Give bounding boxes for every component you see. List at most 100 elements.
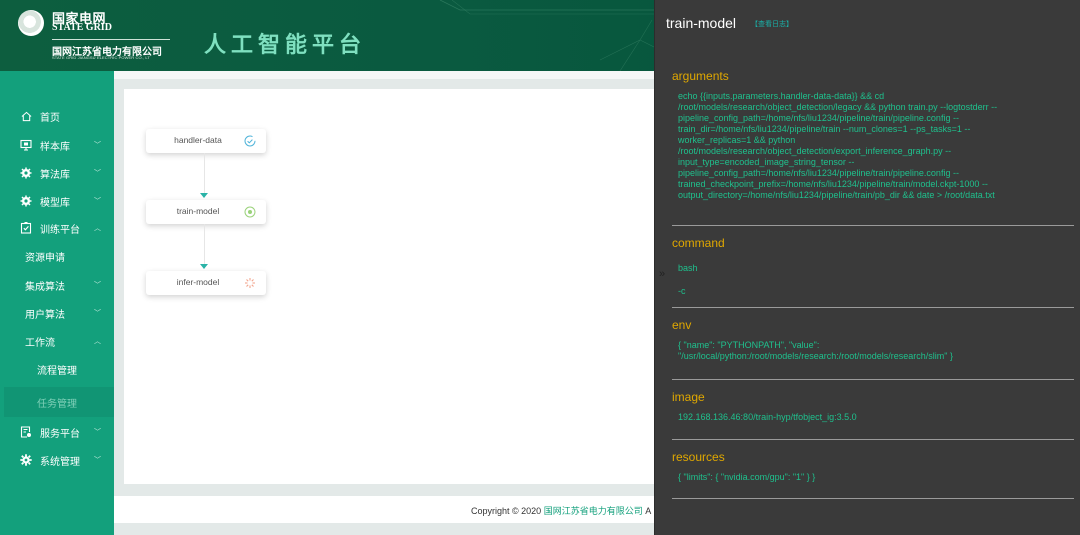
arrow-down-icon	[200, 264, 208, 269]
arguments-line: /root/models/research/object_detection/l…	[678, 102, 998, 112]
section-resources: resources { "limits": { "nvidia.com/gpu"…	[672, 450, 1074, 483]
arguments-line: output_directory=/home/nfs/liu1234/pipel…	[678, 190, 995, 200]
section-divider	[672, 379, 1074, 380]
sidebar-item-training-platform[interactable]: 训练平台 ︿	[0, 213, 114, 243]
sidebar-item-task-management[interactable]: 任务管理	[4, 387, 114, 417]
state-grid-logo-icon	[18, 10, 44, 36]
collapse-panel-icon[interactable]: »	[659, 268, 665, 280]
logo-en-text: STATE GRID	[52, 22, 112, 33]
sidebar-item-label: 流程管理	[37, 365, 77, 377]
workflow-node-handler-data[interactable]: handler-data	[146, 129, 266, 153]
workflow-canvas: handler-data train-model infer-model	[124, 89, 664, 484]
sidebar-item-algorithms[interactable]: 算法库 ﹀	[0, 158, 114, 188]
section-title: image	[672, 390, 705, 404]
sidebar-item-label: 任务管理	[37, 398, 77, 410]
workflow-edge	[204, 153, 205, 193]
chevron-down-icon: ﹀	[94, 170, 101, 177]
company-name-en: STATE GRID JIANGSU ELECTRIC POWER CO., L…	[52, 55, 150, 60]
node-name: handler-data	[174, 135, 222, 145]
chevron-down-icon: ﹀	[94, 142, 101, 149]
arguments-line: trained_checkpoint_prefix=/home/nfs/liu1…	[678, 179, 988, 189]
sidebar-item-integrated-algorithms[interactable]: 集成算法 ﹀	[0, 270, 114, 300]
sidebar-item-label: 工作流	[25, 337, 55, 349]
chevron-up-icon: ︿	[94, 225, 101, 232]
arguments-line: echo {{inputs.parameters.handler-data-da…	[678, 91, 885, 101]
section-divider	[672, 225, 1074, 226]
arguments-line: worker_replicas=1 && python	[678, 135, 796, 145]
home-icon	[20, 110, 32, 122]
sidebar-item-models[interactable]: 模型库 ﹀	[0, 186, 114, 216]
workflow-node-infer-model[interactable]: infer-model	[146, 271, 266, 295]
image-value: 192.168.136.46:80/train-hyp/tfobject_ig:…	[678, 412, 857, 422]
arguments-line: /root/models/research/object_detection/e…	[678, 146, 952, 156]
app-title: 人工智能平台	[204, 32, 367, 57]
sidebar: 首页 样本库 ﹀ 算法库 ﹀ 模型库 ﹀ 训练平台 ︿ 资源申请 集成算法 ﹀ …	[0, 71, 114, 535]
sidebar-item-service-platform[interactable]: 服务平台 ﹀	[0, 417, 114, 447]
section-title: arguments	[672, 69, 729, 83]
arguments-line: pipeline_config_path=/home/nfs/liu1234/p…	[678, 168, 959, 178]
success-check-icon	[244, 135, 256, 147]
panel-title: train-model	[666, 15, 737, 31]
chevron-down-icon: ﹀	[94, 198, 101, 205]
sidebar-item-label: 模型库	[40, 197, 70, 209]
settings-icon	[20, 454, 32, 466]
gear-icon	[20, 167, 32, 179]
arguments-line: input_type=encoded_image_string_tensor -…	[678, 157, 855, 167]
section-image: image 192.168.136.46:80/train-hyp/tfobje…	[672, 390, 1074, 423]
env-line: "/usr/local/python:/root/models/research…	[678, 351, 954, 361]
gear-icon	[20, 195, 32, 207]
logo-divider	[52, 39, 170, 40]
command-item: -c	[678, 286, 686, 296]
sidebar-item-label: 样本库	[40, 141, 70, 153]
section-env: env { "name": "PYTHONPATH", "value": "/u…	[672, 318, 1074, 362]
resources-value: { "limits": { "nvidia.com/gpu": "1" } }	[678, 472, 816, 482]
chevron-down-icon: ﹀	[94, 429, 101, 436]
env-line: { "name": "PYTHONPATH", "value":	[678, 340, 820, 350]
sidebar-item-process-management[interactable]: 流程管理	[0, 354, 114, 384]
arguments-line: pipeline_config_path=/home/nfs/liu1234/p…	[678, 113, 959, 123]
node-detail-panel: train-model 【查看日志】 » arguments echo {{in…	[655, 0, 1080, 535]
command-item: bash	[678, 263, 698, 273]
section-divider	[672, 498, 1074, 499]
arguments-value: echo {{inputs.parameters.handler-data-da…	[672, 91, 1074, 201]
copyright-text: Copyright © 2020 国网江苏省电力有限公司 A	[471, 504, 651, 517]
section-divider	[672, 307, 1074, 308]
arguments-line: train_dir=/home/nfs/liu1234/pipeline/tra…	[678, 124, 971, 134]
section-title: env	[672, 318, 692, 332]
running-status-icon	[244, 206, 256, 218]
copyright-prefix: Copyright © 2020	[471, 506, 544, 516]
chevron-down-icon: ﹀	[94, 457, 101, 464]
section-title: resources	[672, 450, 725, 464]
copyright-company-link[interactable]: 国网江苏省电力有限公司	[544, 506, 643, 516]
sidebar-item-label: 系统管理	[40, 456, 80, 468]
section-divider	[672, 439, 1074, 440]
content-top-bar	[114, 71, 660, 79]
sidebar-item-samples[interactable]: 样本库 ﹀	[0, 130, 114, 160]
copyright-suffix: A	[642, 506, 652, 516]
section-arguments: arguments echo {{inputs.parameters.handl…	[672, 69, 1074, 201]
sidebar-item-label: 服务平台	[40, 428, 80, 440]
node-name: infer-model	[176, 277, 220, 287]
env-value: { "name": "PYTHONPATH", "value": "/usr/l…	[672, 340, 1074, 362]
pending-spinner-icon	[245, 278, 255, 288]
sidebar-item-home[interactable]: 首页	[0, 101, 114, 131]
section-command: command bash -c	[672, 236, 1074, 296]
arrow-down-icon	[200, 193, 208, 198]
sidebar-item-system-management[interactable]: 系统管理 ﹀	[0, 445, 114, 475]
page-footer: Copyright © 2020 国网江苏省电力有限公司 A	[114, 496, 660, 523]
service-doc-icon	[20, 426, 32, 438]
sidebar-item-label: 集成算法	[25, 281, 65, 293]
workflow-node-train-model[interactable]: train-model	[146, 200, 266, 224]
sidebar-item-label: 首页	[40, 112, 60, 124]
chevron-up-icon: ︿	[94, 338, 101, 345]
sidebar-item-label: 训练平台	[40, 224, 80, 236]
sidebar-item-workflow[interactable]: 工作流 ︿	[0, 326, 114, 356]
chevron-down-icon: ﹀	[94, 282, 101, 289]
sidebar-item-resource-request[interactable]: 资源申请	[0, 241, 114, 271]
workflow-edge	[204, 224, 205, 264]
section-title: command	[672, 236, 725, 250]
sidebar-item-label: 资源申请	[25, 252, 65, 264]
view-logs-link[interactable]: 【查看日志】	[751, 19, 793, 29]
node-name: train-model	[176, 206, 220, 216]
sidebar-item-user-algorithms[interactable]: 用户算法 ﹀	[0, 298, 114, 328]
